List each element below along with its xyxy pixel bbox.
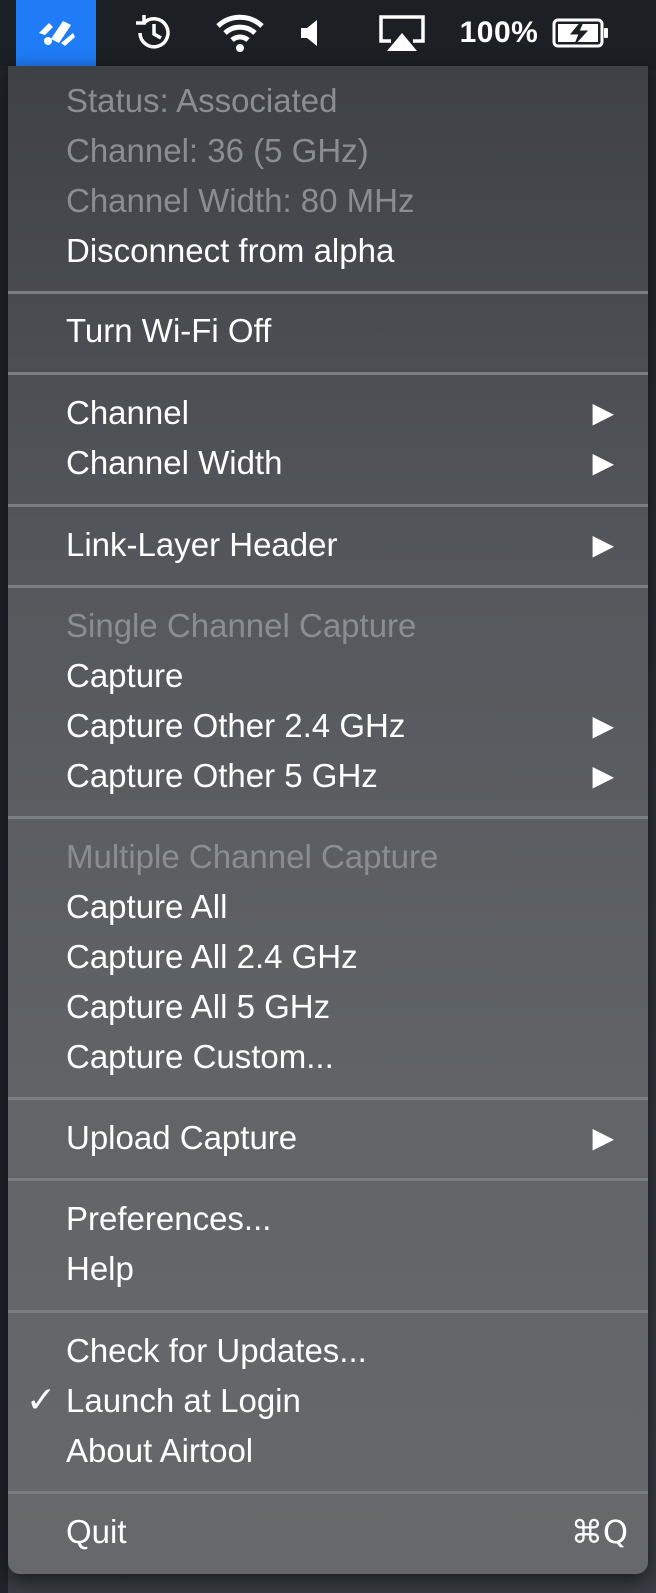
width-info-label: Channel Width: 80 MHz	[66, 182, 415, 219]
menu-separator	[8, 1310, 648, 1313]
menu-item-preferences[interactable]: Preferences...	[8, 1194, 648, 1244]
section-header-multiple-channel: Multiple Channel Capture	[8, 832, 648, 882]
menu-separator	[8, 504, 648, 507]
menu-item-capture-other-24[interactable]: Capture Other 2.4 GHz ▶	[8, 701, 648, 751]
menu-separator	[8, 291, 648, 294]
capture-all-24-label: Capture All 2.4 GHz	[66, 938, 358, 975]
status-label: Status: Associated	[66, 82, 338, 119]
capture-other-5-label: Capture Other 5 GHz	[66, 757, 378, 794]
menu-item-channel-info: Channel: 36 (5 GHz)	[8, 126, 648, 176]
menu-item-capture[interactable]: Capture	[8, 651, 648, 701]
menu-item-width-info: Channel Width: 80 MHz	[8, 176, 648, 226]
menu-item-capture-custom[interactable]: Capture Custom...	[8, 1032, 648, 1082]
battery-percent: 100%	[454, 0, 544, 66]
submenu-arrow-icon: ▶	[592, 1122, 614, 1153]
capture-label: Capture	[66, 657, 184, 694]
capture-other-24-label: Capture Other 2.4 GHz	[66, 707, 406, 744]
menu-separator	[8, 372, 648, 375]
menu-item-quit[interactable]: Quit ⌘Q	[8, 1507, 648, 1557]
battery-percent-text: 100%	[459, 16, 539, 49]
menu-item-capture-other-5[interactable]: Capture Other 5 GHz ▶	[8, 751, 648, 801]
menu-item-upload-capture[interactable]: Upload Capture ▶	[8, 1113, 648, 1163]
menu-item-link-layer-header[interactable]: Link-Layer Header ▶	[8, 520, 648, 570]
volume-icon[interactable]	[290, 0, 330, 66]
capture-all-5-label: Capture All 5 GHz	[66, 988, 331, 1025]
link-layer-label: Link-Layer Header	[66, 526, 338, 563]
wifi-off-label: Turn Wi-Fi Off	[66, 312, 272, 349]
desktop-background	[0, 66, 8, 1593]
channel-info-label: Channel: 36 (5 GHz)	[66, 132, 369, 169]
launch-login-label: Launch at Login	[66, 1382, 301, 1419]
menu-item-wifi-off[interactable]: Turn Wi-Fi Off	[8, 306, 648, 356]
menu-separator	[8, 1097, 648, 1100]
wifi-icon[interactable]	[210, 0, 270, 66]
screen: 100% Status: Associated Channel: 36 (5 G…	[0, 0, 656, 1593]
single-channel-header: Single Channel Capture	[66, 607, 417, 644]
upload-capture-label: Upload Capture	[66, 1119, 298, 1156]
submenu-arrow-icon: ▶	[592, 710, 614, 741]
menu-separator	[8, 585, 648, 588]
quit-shortcut: ⌘Q	[570, 1513, 628, 1551]
checkmark-icon: ✓	[26, 1380, 57, 1421]
menu-item-channel[interactable]: Channel ▶	[8, 388, 648, 438]
channel-width-label: Channel Width	[66, 444, 283, 481]
time-machine-icon[interactable]	[124, 0, 180, 66]
help-label: Help	[66, 1250, 134, 1287]
disconnect-label: Disconnect from alpha	[66, 232, 395, 269]
menu-separator	[8, 1178, 648, 1181]
menu-item-launch-at-login[interactable]: ✓ Launch at Login	[8, 1376, 648, 1426]
menu-item-about[interactable]: About Airtool	[8, 1426, 648, 1476]
airplay-icon[interactable]	[374, 0, 430, 66]
menu-item-capture-all-24[interactable]: Capture All 2.4 GHz	[8, 932, 648, 982]
airtool-menu: Status: Associated Channel: 36 (5 GHz) C…	[8, 66, 648, 1574]
menu-item-status: Status: Associated	[8, 76, 648, 126]
submenu-arrow-icon: ▶	[592, 447, 614, 478]
menu-item-capture-all-5[interactable]: Capture All 5 GHz	[8, 982, 648, 1032]
menu-separator	[8, 1491, 648, 1494]
menu-separator	[8, 816, 648, 819]
submenu-arrow-icon: ▶	[592, 760, 614, 791]
menu-item-check-updates[interactable]: Check for Updates...	[8, 1326, 648, 1376]
airtool-icon[interactable]	[16, 0, 96, 66]
check-updates-label: Check for Updates...	[66, 1332, 367, 1369]
multiple-channel-header: Multiple Channel Capture	[66, 838, 439, 875]
capture-all-label: Capture All	[66, 888, 228, 925]
channel-label: Channel	[66, 394, 189, 431]
submenu-arrow-icon: ▶	[592, 397, 614, 428]
menu-item-capture-all[interactable]: Capture All	[8, 882, 648, 932]
about-label: About Airtool	[66, 1432, 254, 1469]
battery-charging-icon[interactable]	[548, 0, 614, 66]
submenu-arrow-icon: ▶	[592, 529, 614, 560]
preferences-label: Preferences...	[66, 1200, 272, 1237]
menu-bar: 100%	[0, 0, 656, 70]
capture-custom-label: Capture Custom...	[66, 1038, 334, 1075]
section-header-single-channel: Single Channel Capture	[8, 601, 648, 651]
menu-item-disconnect[interactable]: Disconnect from alpha	[8, 226, 648, 276]
quit-label: Quit	[66, 1513, 127, 1550]
menu-item-channel-width[interactable]: Channel Width ▶	[8, 438, 648, 488]
menu-item-help[interactable]: Help	[8, 1244, 648, 1294]
